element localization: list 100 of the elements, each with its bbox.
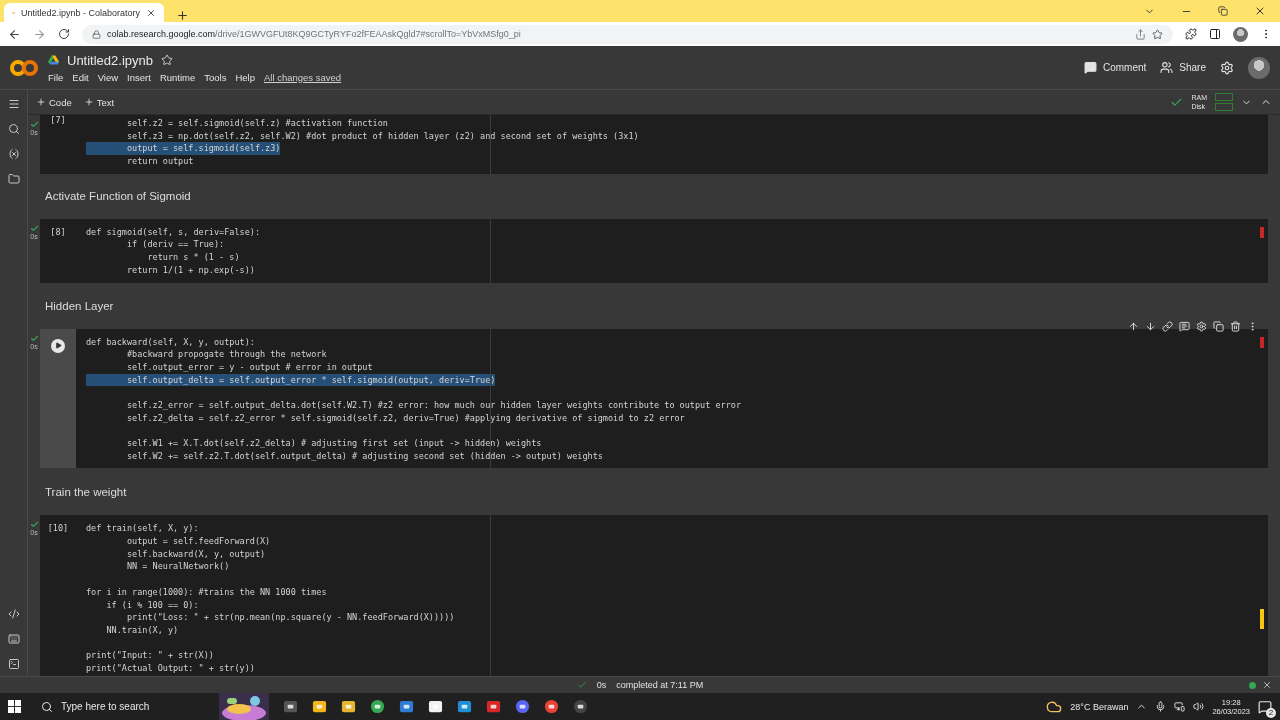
section-heading: Train the weight: [45, 485, 127, 498]
settings-icon[interactable]: [1196, 320, 1207, 332]
store-icon[interactable]: [312, 699, 327, 714]
search-icon: [41, 700, 53, 713]
restore-icon[interactable]: [1218, 6, 1228, 16]
menu-item[interactable]: View: [97, 71, 119, 83]
volume-icon[interactable]: [1193, 701, 1205, 712]
url-text: colab.research.google.com/drive/1GWVGFUt8KQ9GCTyRYFo2fFEAAskQgld7#scrollTo=YbVxMSfg0_pi: [107, 29, 522, 39]
code-line: output = self.feedForward(X): [125, 535, 271, 548]
code-line: print("Input: " + str(X)): [86, 649, 214, 662]
side-panel-icon[interactable]: [1209, 28, 1221, 40]
browser-icon[interactable]: [370, 699, 385, 714]
menu-item[interactable]: Edit: [72, 71, 89, 83]
comment-icon[interactable]: [1179, 320, 1190, 332]
code-line: def sigmoid(self, s, deriv=False):: [86, 225, 260, 239]
document-icon[interactable]: [428, 699, 443, 714]
menu-item[interactable]: Insert: [127, 71, 151, 83]
move-up-icon[interactable]: [1128, 320, 1139, 332]
close-icon[interactable]: [1254, 5, 1266, 17]
network-icon[interactable]: [1174, 701, 1186, 712]
code-line: self.z2_delta = self.z2_error * self.sigmoid(self.z2, deriv=True) #applying derivative of sigmoid to z2 error: [125, 411, 685, 425]
colab-logo-icon: [10, 58, 38, 77]
link-icon[interactable]: [1162, 320, 1173, 332]
app-icon[interactable]: [399, 699, 414, 714]
bookmark-icon[interactable]: [1152, 28, 1163, 40]
reload-icon[interactable]: [58, 28, 70, 40]
browser-icon[interactable]: [544, 699, 559, 714]
code-line: NN.train(X, y): [105, 623, 179, 637]
code-cell[interactable]: [8] def sigmoid(self, s, deriv=False): if (deriv == True): return s * (1 - s) return 1/(1 + np.exp(-s)): [40, 218, 1268, 283]
play-icon: [54, 342, 62, 349]
done-check-icon: [29, 333, 39, 343]
task-view-icon[interactable]: [283, 699, 298, 714]
menu-item[interactable]: Tools: [204, 71, 227, 83]
settings-icon[interactable]: [1220, 60, 1234, 75]
terminal-icon[interactable]: [7, 658, 20, 670]
code-line: self.output_error = y - output # error in output: [125, 360, 373, 374]
search-icon[interactable]: [7, 123, 20, 135]
delete-icon[interactable]: [1230, 320, 1241, 332]
extensions-icon[interactable]: [1185, 28, 1197, 40]
tab-title: Untitled2.ipynb - Colaboratory: [20, 7, 140, 18]
close-icon[interactable]: [146, 7, 156, 18]
comment-button[interactable]: Comment: [1083, 61, 1147, 74]
code-line: self.W2 += self.z2.T.dot(self.output_delta) # adjusting second set (hidden -> output) weights: [125, 449, 603, 463]
code-line: #backward propogate through the network: [125, 348, 327, 361]
code-cell[interactable]: [40, 515, 1268, 676]
save-status-link[interactable]: All changes saved: [264, 71, 342, 83]
lock-icon: [92, 29, 101, 39]
forward-icon[interactable]: [33, 27, 46, 41]
drive-icon: [48, 55, 59, 65]
move-down-icon[interactable]: [1145, 320, 1156, 332]
address-bar[interactable]: colab.research.google.com/drive/1GWVGFUt8KQ9GCTyRYFo2fFEAAskQgld7#scrollTo=YbVxMSfg0_pi: [82, 24, 1173, 44]
people-icon: [1160, 61, 1174, 74]
profile-avatar[interactable]: [1248, 56, 1270, 79]
comment-icon: [1083, 61, 1097, 74]
code-line: return output: [125, 155, 194, 168]
share-icon[interactable]: [1135, 28, 1146, 40]
menu-item[interactable]: Help: [235, 71, 255, 83]
connection-dot: [1249, 681, 1256, 689]
app-icon[interactable]: [457, 699, 472, 714]
menu-item[interactable]: File: [48, 71, 64, 83]
back-icon[interactable]: [8, 27, 21, 41]
code-line: def train(self, X, y):: [86, 522, 199, 536]
code-cell[interactable]: [40, 328, 1268, 469]
run-button[interactable]: [51, 338, 65, 353]
done-check-icon: [29, 120, 39, 129]
close-icon[interactable]: [1262, 680, 1272, 690]
app-icon[interactable]: [486, 699, 501, 714]
code-cell[interactable]: [40, 115, 1268, 174]
notifications-icon[interactable]: [1258, 699, 1272, 714]
code-line: NN = NeuralNetwork(): [125, 560, 230, 574]
star-icon[interactable]: [161, 54, 173, 66]
execution-count: [10]: [47, 522, 69, 536]
mirror-icon[interactable]: [1213, 320, 1224, 332]
variables-icon[interactable]: [7, 148, 20, 160]
menu-item[interactable]: Runtime: [159, 71, 196, 83]
section-heading: Hidden Layer: [45, 299, 114, 312]
add-code-button[interactable]: Code: [36, 96, 72, 108]
code-line: return s * (1 - s): [146, 251, 240, 264]
new-tab-icon[interactable]: [176, 9, 189, 22]
notebook-title: Untitled2.ipynb: [67, 52, 153, 68]
code-line: return 1/(1 + np.exp(-s)): [125, 263, 255, 277]
code-line: self.z3 = np.dot(self.z2, self.W2) #dot product of hidden layer (z2) and second set of weights (3x1): [125, 129, 639, 143]
microphone-icon[interactable]: [1155, 701, 1167, 712]
chat-icon[interactable]: [515, 699, 530, 714]
add-text-button[interactable]: Text: [83, 96, 115, 108]
share-button[interactable]: Share: [1160, 61, 1206, 74]
done-check-icon: [29, 520, 39, 530]
code-line: self.z2_error = self.output_delta.dot(self.W2.T) #z2 error: how much our hidden layer weights contribute to output error: [125, 398, 742, 412]
menu-icon[interactable]: [7, 98, 20, 110]
notification-count: 2: [1266, 707, 1276, 718]
weather-text: 28°C Berawan: [1070, 701, 1129, 712]
taskbar-search-field[interactable]: Type here to search: [35, 693, 205, 720]
keyboard-icon[interactable]: [7, 633, 20, 645]
windows-start-icon[interactable]: [8, 700, 21, 713]
execution-count: [7]: [50, 115, 66, 127]
browser-tab[interactable]: Untitled2.ipynb - Colaboratory: [4, 3, 164, 22]
folder-icon[interactable]: [341, 699, 356, 714]
profile-avatar[interactable]: [1233, 26, 1248, 42]
code-icon[interactable]: [7, 608, 20, 620]
code-line: print("Loss: " + str(np.mean(np.square(y - NN.feedForward(X))))): [125, 611, 455, 624]
